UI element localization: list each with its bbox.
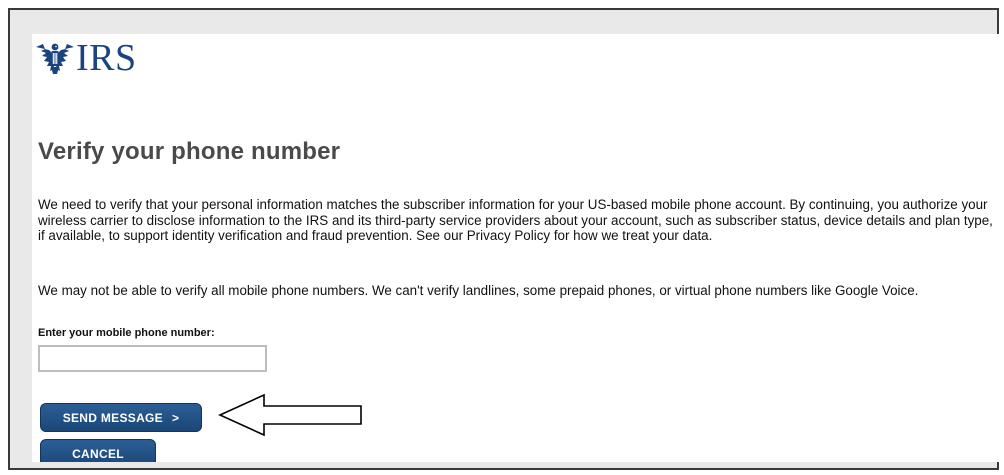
screenshot-frame: IRS Verify your phone number We need to … xyxy=(8,8,999,470)
irs-eagle-icon xyxy=(36,43,74,74)
phone-number-input[interactable] xyxy=(38,345,267,372)
logo-text: IRS xyxy=(76,37,137,79)
left-arrow-icon xyxy=(218,393,362,437)
send-message-button[interactable]: SEND MESSAGE > xyxy=(40,403,202,432)
limitations-paragraph: We may not be able to verify all mobile … xyxy=(38,283,919,298)
phone-field-label: Enter your mobile phone number: xyxy=(38,327,215,339)
consent-paragraph: We need to verify that your personal inf… xyxy=(38,197,993,243)
chevron-right-icon: > xyxy=(171,410,180,425)
main-panel: IRS Verify your phone number We need to … xyxy=(32,34,999,462)
cancel-label: CANCEL xyxy=(72,446,124,461)
irs-logo[interactable]: IRS xyxy=(35,38,137,78)
page-title: Verify your phone number xyxy=(38,138,341,165)
send-message-label: SEND MESSAGE xyxy=(62,410,163,425)
cancel-button[interactable]: CANCEL xyxy=(40,439,156,462)
